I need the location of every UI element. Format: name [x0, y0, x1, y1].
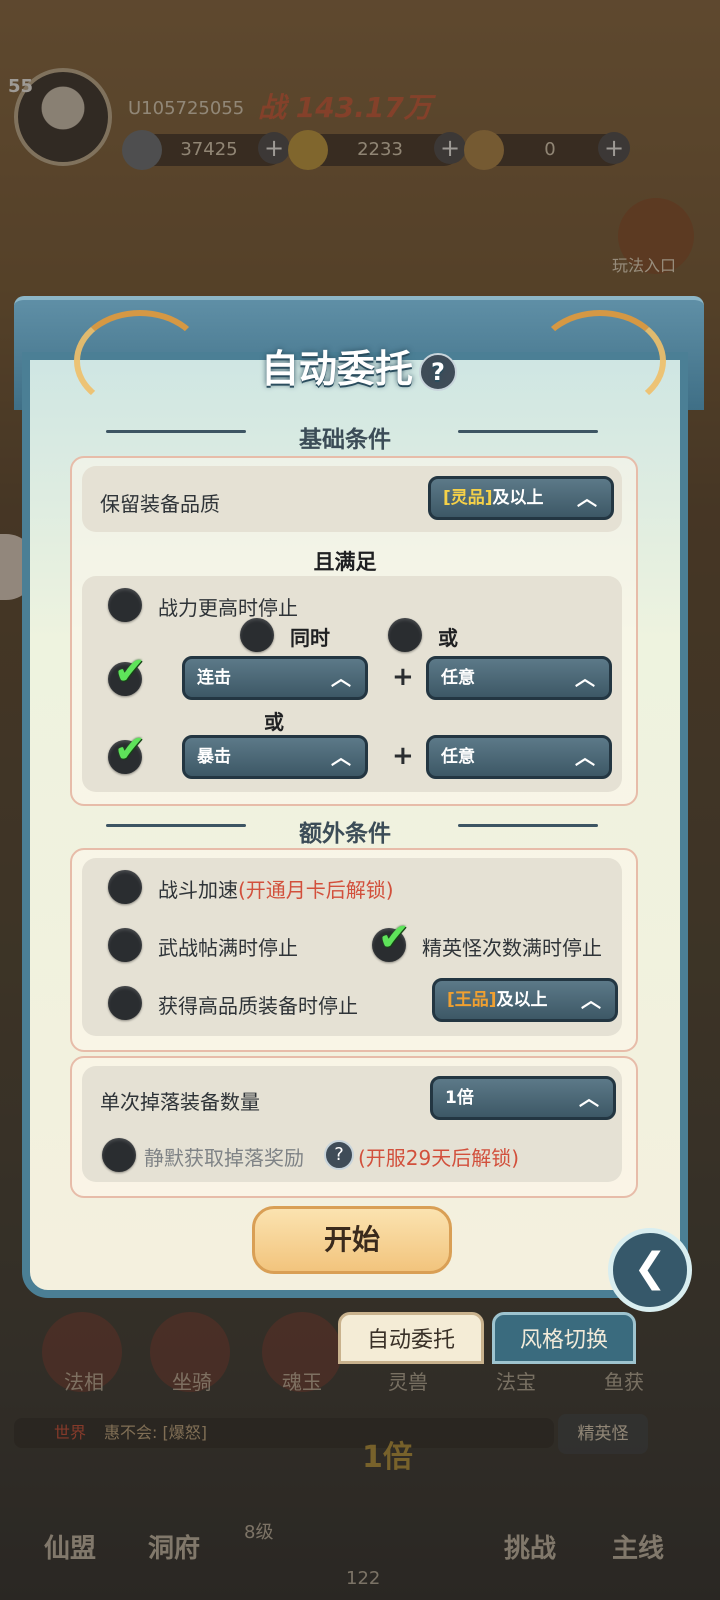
plus-sign: + [392, 741, 414, 771]
combo-checkbox[interactable]: ✔ [108, 652, 146, 696]
silent-reward-radio[interactable] [102, 1138, 136, 1172]
plus-sign: + [392, 662, 414, 692]
checkmark-icon: ✔ [114, 727, 146, 771]
tab-style-switch[interactable]: 风格切换 [492, 1312, 636, 1364]
simultaneous-radio[interactable] [240, 618, 274, 652]
or-separator: 或 [264, 710, 284, 734]
hq-equip-stop-radio[interactable] [108, 986, 142, 1020]
chevron-up-icon: ︿ [575, 666, 595, 690]
chevron-up-icon: ︿ [331, 745, 351, 769]
battle-speed-label: 战斗加速(开通月卡后解锁) [158, 874, 394, 903]
chevron-up-icon: ︿ [577, 486, 597, 510]
chevron-up-icon: ︿ [575, 745, 595, 769]
start-button[interactable]: 开始 [252, 1206, 452, 1274]
war-post-stop-radio[interactable] [108, 928, 142, 962]
silent-reward-lock: (开服29天后解锁) [358, 1146, 520, 1170]
chevron-up-icon: ︿ [579, 1086, 599, 1110]
hq-quality-suffix: 及以上 [496, 990, 548, 1010]
silent-reward-label: 静默获取掉落奖励 [144, 1146, 304, 1170]
or-label: 或 [438, 626, 458, 650]
quality-suffix: 及以上 [492, 488, 544, 508]
stop-higher-power-label: 战力更高时停止 [158, 596, 298, 620]
war-post-stop-label: 武战帖满时停止 [158, 936, 298, 960]
battle-speed-text: 战斗加速 [158, 878, 238, 902]
back-arrow-icon[interactable]: ❮ [608, 1228, 692, 1312]
hq-quality-tag: [王品] [447, 990, 497, 1010]
dialog-title-text: 自动委托 [260, 347, 413, 391]
keep-quality-dropdown[interactable]: [灵品]及以上 ︿ [428, 476, 614, 520]
combo-any-value: 任意 [441, 668, 475, 688]
battle-speed-radio[interactable] [108, 870, 142, 904]
tab-auto-commission[interactable]: 自动委托 [338, 1312, 484, 1364]
hq-equip-stop-label: 获得高品质装备时停止 [158, 994, 358, 1018]
help-icon[interactable]: ? [419, 352, 457, 391]
crit-any-value: 任意 [441, 747, 475, 767]
stop-higher-power-radio[interactable] [108, 588, 142, 622]
combo-dropdown[interactable]: 连击 ︿ [182, 656, 368, 700]
drop-count-label: 单次掉落装备数量 [100, 1090, 260, 1114]
simultaneous-label: 同时 [290, 626, 330, 650]
extra-conditions-header: 额外条件 [299, 821, 391, 847]
elite-stop-label: 精英怪次数满时停止 [422, 936, 602, 960]
keep-quality-label: 保留装备品质 [100, 492, 220, 516]
quality-tag: [灵品] [443, 488, 493, 508]
combo-any-dropdown[interactable]: 任意 ︿ [426, 656, 612, 700]
crit-checkbox[interactable]: ✔ [108, 730, 146, 774]
hq-quality-dropdown[interactable]: [王品]及以上 ︿ [432, 978, 618, 1022]
battle-speed-lock: (开通月卡后解锁) [238, 878, 394, 902]
checkmark-icon: ✔ [378, 915, 410, 959]
drop-count-value: 1倍 [445, 1088, 474, 1108]
or-radio[interactable] [388, 618, 422, 652]
drop-count-dropdown[interactable]: 1倍 ︿ [430, 1076, 616, 1120]
combo-value: 连击 [197, 668, 231, 688]
chevron-up-icon: ︿ [331, 666, 351, 690]
help-icon[interactable]: ? [324, 1140, 354, 1170]
chevron-up-icon: ︿ [581, 988, 601, 1012]
and-satisfy-label: 且满足 [313, 550, 377, 574]
crit-any-dropdown[interactable]: 任意 ︿ [426, 735, 612, 779]
dialog-title: 自动委托? [14, 338, 704, 393]
crit-dropdown[interactable]: 暴击 ︿ [182, 735, 368, 779]
checkmark-icon: ✔ [114, 649, 146, 693]
basic-conditions-header: 基础条件 [299, 427, 391, 453]
crit-value: 暴击 [197, 747, 231, 767]
elite-stop-checkbox[interactable]: ✔ [372, 918, 410, 962]
